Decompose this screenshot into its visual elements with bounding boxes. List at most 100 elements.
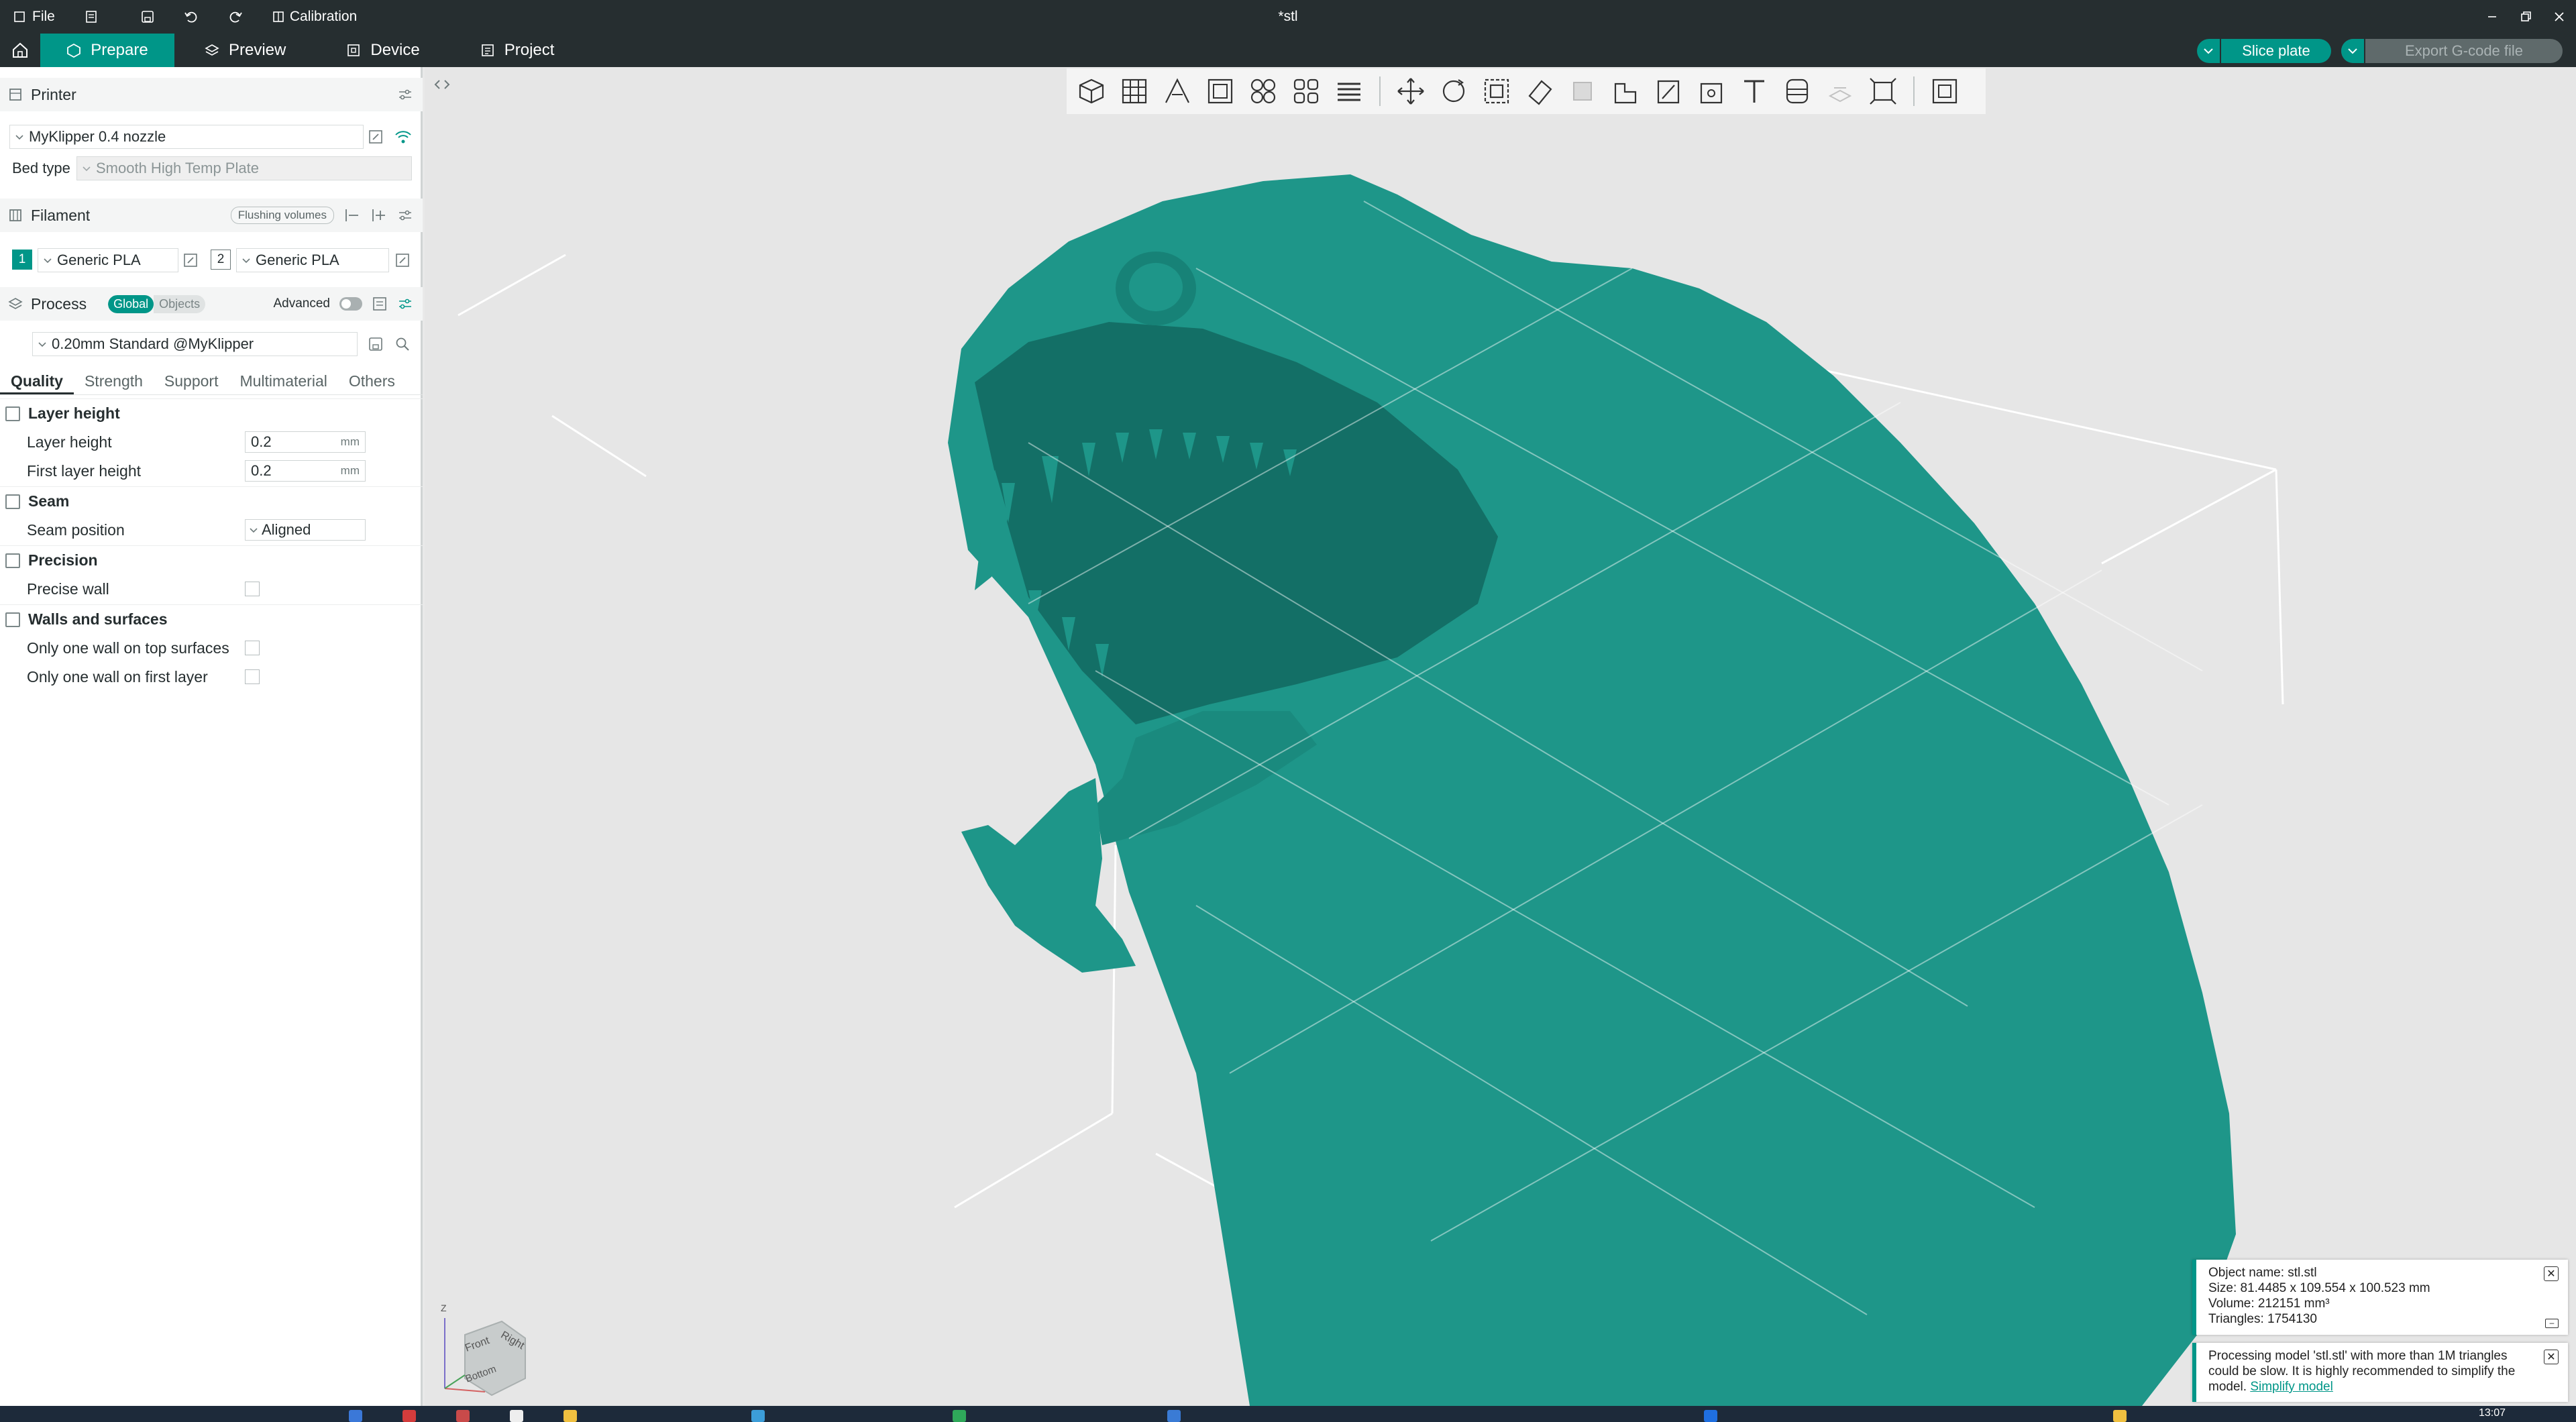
filament-slot-2-badge[interactable]: 2: [211, 250, 231, 270]
save-button[interactable]: [133, 0, 162, 34]
close-window-button[interactable]: [2542, 0, 2576, 34]
view-cube[interactable]: Z Front Right Bottom: [438, 1301, 539, 1402]
taskbar-app-icon[interactable]: [2113, 1410, 2127, 1422]
file-menu[interactable]: File: [0, 0, 63, 34]
simplify-model-link[interactable]: Simplify model: [2250, 1380, 2333, 1394]
support-painting-button[interactable]: [1650, 73, 1686, 109]
process-settings-icon[interactable]: [397, 296, 413, 312]
one-wall-first-checkbox[interactable]: [245, 669, 260, 684]
split-parts-button[interactable]: [1331, 73, 1367, 109]
tab-device[interactable]: Device: [316, 34, 449, 67]
printer-select[interactable]: MyKlipper 0.4 nozzle: [9, 125, 364, 149]
process-preset-select[interactable]: 0.20mm Standard @MyKlipper: [32, 332, 358, 356]
edit-printer-icon[interactable]: [368, 129, 384, 145]
global-option[interactable]: Global: [108, 294, 154, 313]
mesh-boolean-button[interactable]: [1779, 73, 1815, 109]
compare-icon[interactable]: [372, 296, 388, 312]
home-button[interactable]: [0, 34, 40, 67]
collapse-sidebar-icon[interactable]: [434, 80, 450, 89]
move-icon: [1397, 78, 1424, 105]
tab-others[interactable]: Others: [338, 366, 406, 394]
restore-button[interactable]: [2509, 0, 2542, 34]
add-filament-icon[interactable]: [370, 207, 388, 223]
seam-position-row: Seam position Aligned: [0, 515, 423, 545]
disabled-tool-2-button[interactable]: [1822, 73, 1858, 109]
redo-button[interactable]: [220, 0, 251, 34]
taskbar-app-icon[interactable]: [751, 1410, 765, 1422]
filament-slot-1-select[interactable]: Generic PLA: [38, 248, 178, 272]
precise-wall-checkbox[interactable]: [245, 582, 260, 596]
bed-type-select[interactable]: Smooth High Temp Plate: [76, 156, 412, 180]
seam-painting-button[interactable]: [1693, 73, 1729, 109]
tab-prepare[interactable]: Prepare: [40, 34, 174, 67]
taskbar-app-icon[interactable]: [1167, 1410, 1181, 1422]
filament-slot-1-badge[interactable]: 1: [12, 250, 32, 270]
filament-slot-2-select[interactable]: Generic PLA: [236, 248, 389, 272]
first-layer-height-input[interactable]: 0.2 mm: [245, 460, 366, 482]
close-notification-icon[interactable]: ✕: [2544, 1266, 2559, 1281]
seam-position-select[interactable]: Aligned: [245, 519, 366, 541]
edit-filament-2-icon[interactable]: [394, 252, 411, 268]
flushing-volumes-button[interactable]: Flushing volumes: [230, 207, 334, 224]
edit-filament-1-icon[interactable]: [182, 252, 199, 268]
slice-dropdown[interactable]: [2197, 39, 2221, 63]
close-warning-icon[interactable]: ✕: [2544, 1350, 2559, 1364]
search-icon[interactable]: [394, 336, 411, 352]
main-tab-bar: Prepare Preview Device Project: [0, 34, 2576, 67]
layer-height-input[interactable]: 0.2 mm: [245, 431, 366, 453]
slice-plate-button[interactable]: Slice plate: [2197, 39, 2331, 63]
tab-project[interactable]: Project: [450, 34, 585, 67]
taskbar-app-icon[interactable]: [1704, 1410, 1717, 1422]
tab-preview[interactable]: Preview: [174, 34, 316, 67]
arrange-button[interactable]: [1245, 73, 1281, 109]
precise-wall-row: Precise wall: [0, 574, 423, 604]
printer-selected: MyKlipper 0.4 nozzle: [29, 128, 166, 145]
objects-option[interactable]: Objects: [154, 294, 206, 313]
3d-viewport[interactable]: Z Front Right Bottom: [425, 67, 2576, 1406]
lay-on-face-tool-button[interactable]: [1521, 73, 1558, 109]
chevron-down-icon: [2348, 48, 2357, 54]
tab-strength[interactable]: Strength: [74, 366, 154, 394]
global-objects-switch[interactable]: Global Objects: [108, 294, 206, 313]
add-object-button[interactable]: [1073, 73, 1110, 109]
minimize-button[interactable]: [2475, 0, 2509, 34]
add-plate-button[interactable]: [1116, 73, 1152, 109]
tab-support[interactable]: Support: [154, 366, 229, 394]
export-dropdown[interactable]: [2341, 39, 2365, 63]
export-gcode-button[interactable]: Export G-code file: [2341, 39, 2563, 63]
move-button[interactable]: [1393, 73, 1429, 109]
rotate-button[interactable]: [1436, 73, 1472, 109]
printer-settings-icon[interactable]: [397, 87, 413, 103]
disabled-tool-button[interactable]: [1564, 73, 1601, 109]
undo-button[interactable]: [176, 0, 207, 34]
calibration-menu[interactable]: Calibration: [264, 0, 365, 34]
taskbar-app-icon[interactable]: [953, 1410, 966, 1422]
notes-button[interactable]: [76, 0, 106, 34]
taskbar-app-icon[interactable]: [402, 1410, 416, 1422]
taskbar-app-icon[interactable]: [456, 1410, 470, 1422]
advanced-toggle[interactable]: [339, 297, 362, 311]
save-preset-icon[interactable]: [368, 336, 384, 352]
tab-multimaterial[interactable]: Multimaterial: [229, 366, 337, 394]
filament-settings-icon[interactable]: [397, 207, 413, 223]
remove-filament-icon[interactable]: [343, 207, 361, 223]
tab-quality[interactable]: Quality: [0, 366, 74, 394]
text-button[interactable]: [1736, 73, 1772, 109]
scale-button[interactable]: [1479, 73, 1515, 109]
seam-position-label: Seam position: [27, 521, 125, 539]
taskbar-app-icon[interactable]: [510, 1410, 523, 1422]
auto-orient-button[interactable]: [1159, 73, 1195, 109]
taskbar-app-icon[interactable]: [564, 1410, 577, 1422]
cut-button[interactable]: [1607, 73, 1644, 109]
lay-on-face-button[interactable]: [1202, 73, 1238, 109]
collapse-notification-icon[interactable]: –: [2545, 1319, 2559, 1328]
split-objects-button[interactable]: [1288, 73, 1324, 109]
assembly-view-button[interactable]: [1927, 73, 1963, 109]
measure-button[interactable]: [1865, 73, 1901, 109]
taskbar-app-icon[interactable]: [349, 1410, 362, 1422]
disabled-layers-icon: [1828, 87, 1852, 103]
layer-height-row: Layer height 0.2 mm: [0, 427, 423, 457]
printer-icon: [9, 89, 21, 101]
wifi-icon[interactable]: [394, 129, 412, 145]
one-wall-top-checkbox[interactable]: [245, 641, 260, 655]
